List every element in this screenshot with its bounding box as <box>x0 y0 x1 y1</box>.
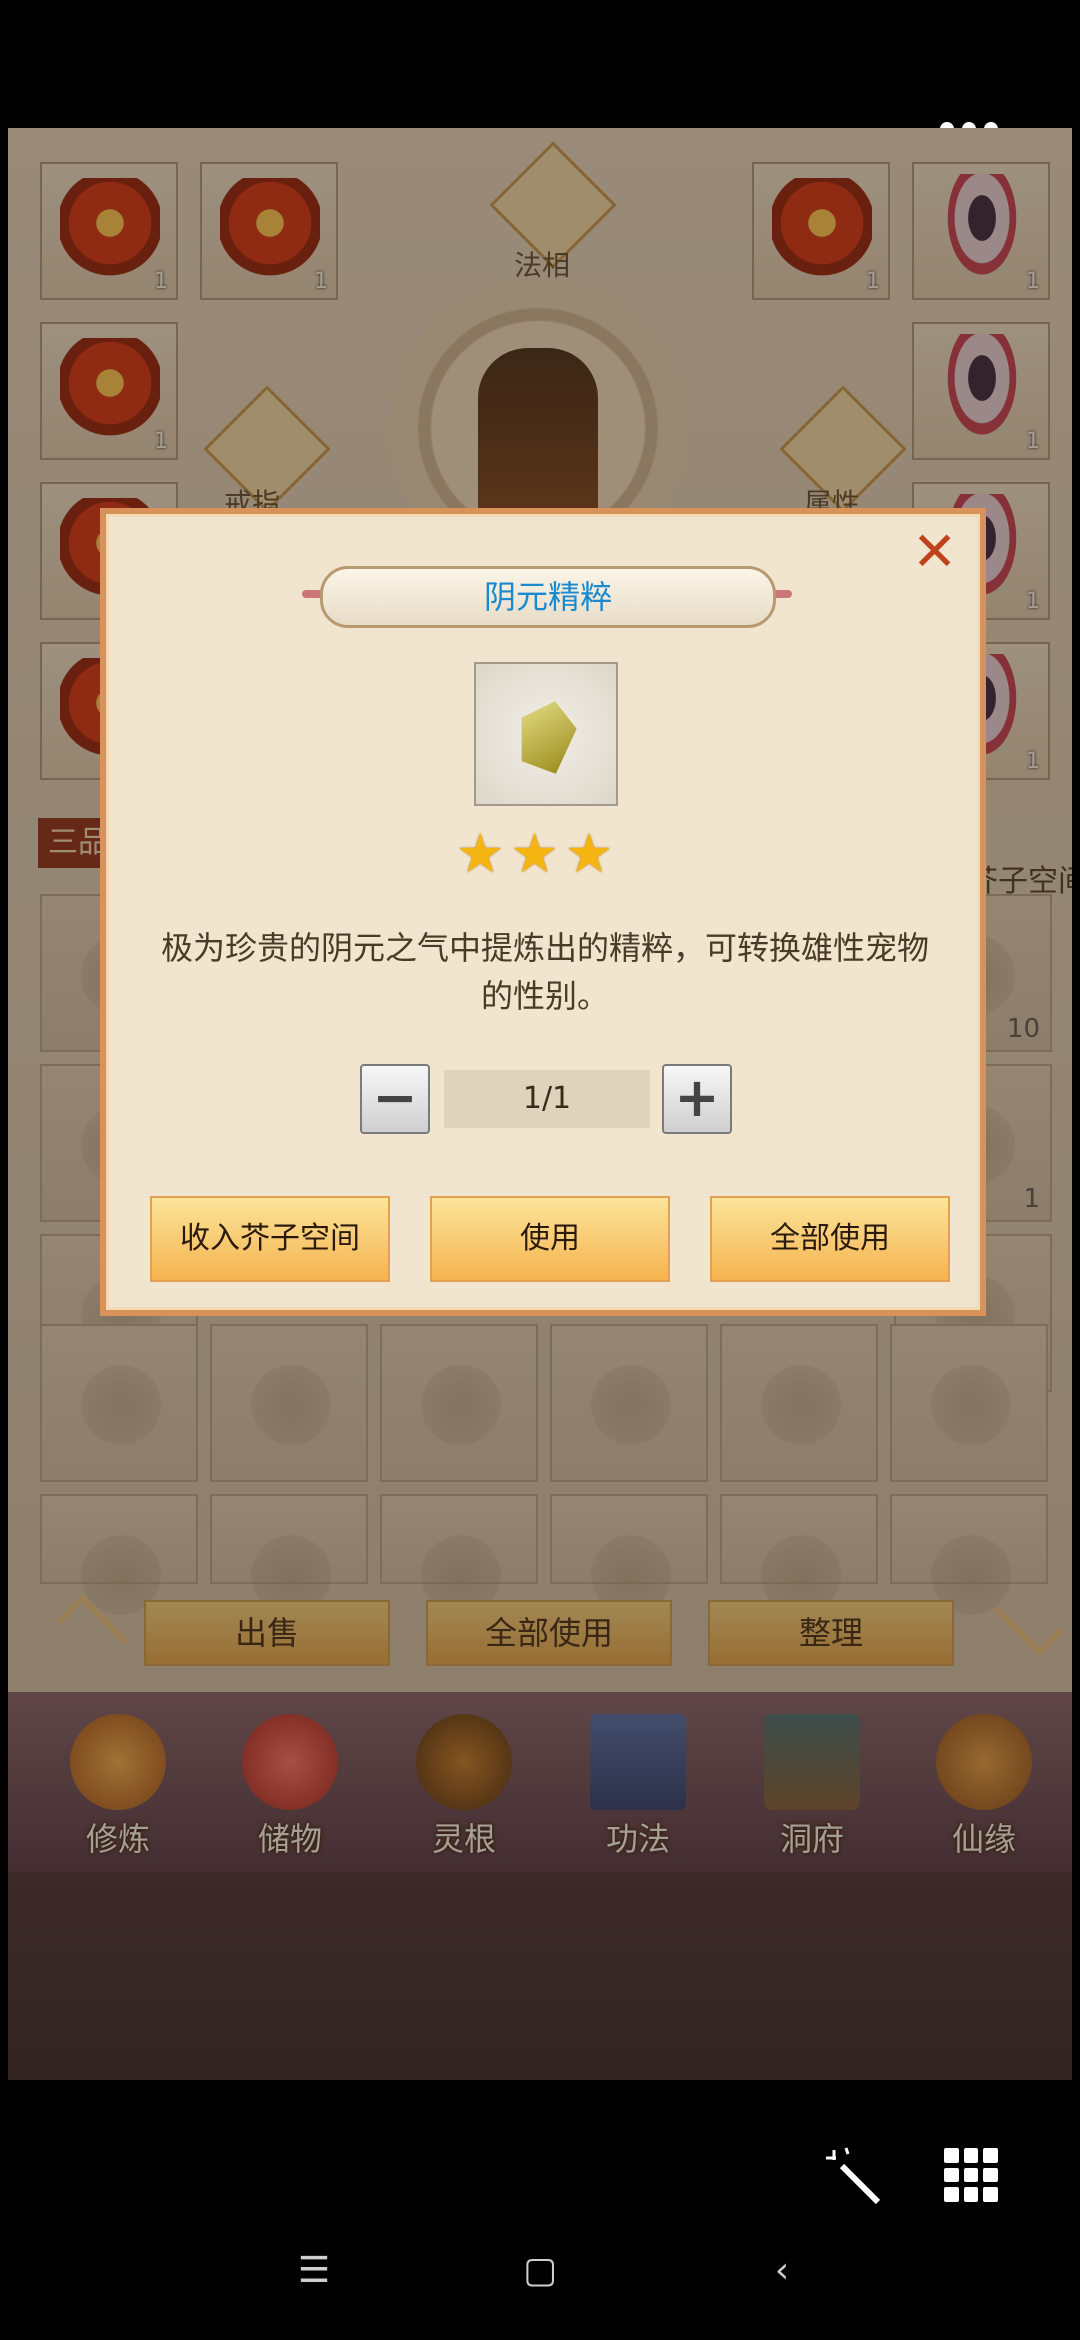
menu-icon[interactable]: ☰ <box>284 2250 344 2310</box>
use-button[interactable]: 使用 <box>430 1196 670 1282</box>
item-icon-frame <box>474 662 618 806</box>
minus-button[interactable]: − <box>360 1064 430 1134</box>
star-icon: ★ <box>456 822 505 885</box>
quantity-field[interactable]: 1/1 <box>444 1070 650 1128</box>
gem-icon <box>510 694 582 776</box>
back-icon[interactable]: ‹ <box>752 2250 812 2310</box>
item-description: 极为珍贵的阴元之气中提炼出的精粹，可转换雄性宠物的性别。 <box>160 929 929 1015</box>
grid-menu-icon[interactable] <box>944 2148 998 2202</box>
use-all-dialog-button[interactable]: 全部使用 <box>710 1196 950 1282</box>
star-icon: ★ <box>564 822 614 885</box>
home-icon[interactable]: ▢ <box>510 2250 570 2310</box>
magic-wand-icon[interactable] <box>822 2146 882 2206</box>
dialog-title: 阴元精粹 <box>320 566 776 628</box>
star-rating: ★ ★ ★ <box>456 826 636 882</box>
star-icon: ★ <box>510 822 559 885</box>
plus-button[interactable]: + <box>662 1064 732 1134</box>
item-dialog <box>100 508 986 1316</box>
store-button[interactable]: 收入芥子空间 <box>150 1196 390 1282</box>
close-icon[interactable]: ✕ <box>912 522 957 582</box>
